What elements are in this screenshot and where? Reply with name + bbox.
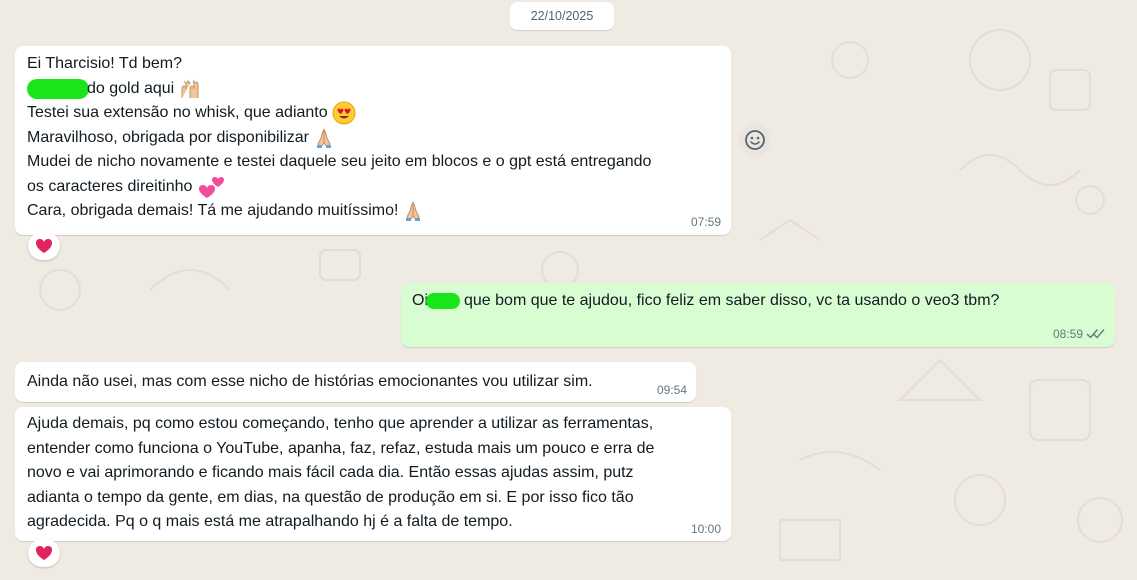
message-timestamp: 07:59	[690, 215, 721, 229]
incoming-message[interactable]: Ainda não usei, mas com esse nicho de hi…	[15, 362, 696, 402]
date-separator: 22/10/2025	[510, 2, 614, 30]
message-timestamp: 09:54	[656, 383, 687, 397]
message-text: Ainda não usei, mas com esse nicho de hi…	[27, 373, 593, 390]
message-line: adianta o tempo da gente, em dias, na qu…	[27, 488, 634, 506]
outgoing-message[interactable]: Oi que bom que te ajudou, fico feliz em …	[401, 283, 1115, 347]
incoming-message[interactable]: Ajuda demais, pq como estou começando, t…	[15, 407, 731, 541]
redacted-name	[426, 293, 460, 310]
heart-icon	[36, 239, 52, 253]
read-double-check-icon	[1086, 329, 1105, 339]
folded-hands-icon	[313, 127, 335, 149]
message-timestamp: 10:00	[690, 522, 721, 536]
message-text: que bom que te ajudou, fico feliz em sab…	[464, 292, 1000, 309]
redacted-name	[27, 78, 89, 99]
message-line: entender como funciona o YouTube, apanha…	[27, 439, 655, 457]
message-line: Ei Tharcisio! Td bem?	[27, 55, 183, 72]
message-line: Testei sua extensão no whisk, que adiant…	[27, 104, 328, 121]
smiley-icon	[745, 130, 765, 150]
reaction-badge[interactable]	[28, 539, 60, 567]
message-line: Ajuda demais, pq como estou começando, t…	[27, 415, 654, 432]
message-line: agradecida. Pq o q mais está me atrapalh…	[27, 513, 513, 530]
message-line: Cara, obrigada demais! Tá me ajudando mu…	[27, 202, 399, 219]
add-reaction-button[interactable]	[739, 124, 771, 156]
heart-eyes-icon	[332, 101, 356, 125]
heart-icon	[36, 546, 52, 560]
two-hearts-icon	[196, 175, 225, 199]
message-line: os caracteres direitinho	[27, 177, 193, 195]
message-line: do gold aqui	[87, 79, 175, 97]
folded-hands-icon	[402, 200, 424, 222]
raised-hands-icon	[178, 78, 200, 100]
message-timestamp: 08:59	[1052, 327, 1083, 341]
reaction-badge[interactable]	[28, 232, 60, 260]
message-line: novo e vai aprimorando e ficando mais fá…	[27, 464, 634, 481]
message-line: Mudei de nicho novamente e testei daquel…	[27, 153, 652, 170]
incoming-message[interactable]: Ei Tharcisio! Td bem? do gold aqui Teste…	[15, 46, 731, 235]
message-line: Maravilhoso, obrigada por disponibilizar	[27, 128, 309, 146]
